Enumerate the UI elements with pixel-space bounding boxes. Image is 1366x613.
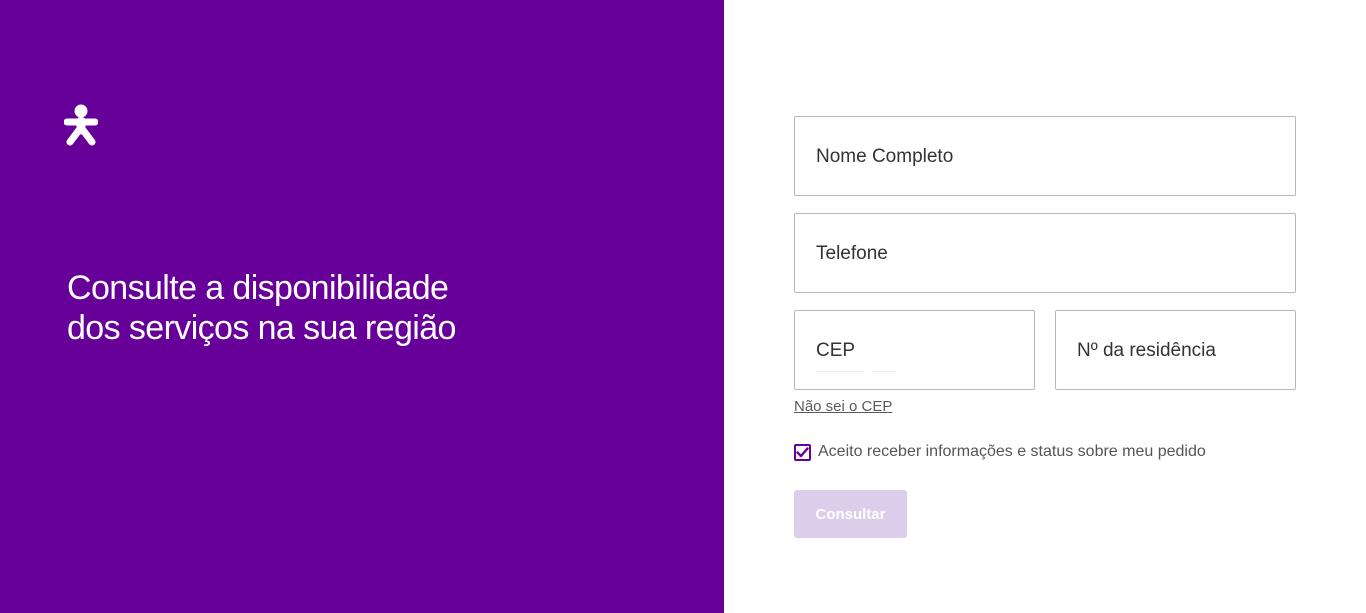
page-title: Consulte a disponibilidade dos serviços … [67, 268, 587, 348]
cep-field[interactable]: CEP [794, 310, 1038, 391]
page: Consulte a disponibilidade dos serviços … [0, 0, 1366, 613]
nao-sei-cep-link[interactable]: Não sei o CEP [794, 398, 892, 415]
person-icon [64, 104, 98, 146]
consent-label[interactable]: Aceito receber informações e status sobr… [818, 443, 1206, 461]
nome-completo-input[interactable] [795, 117, 1299, 197]
numero-residencia-field[interactable]: Nº da residência [1055, 310, 1299, 391]
consent-checkbox[interactable] [794, 443, 811, 461]
consent-row: Aceito receber informações e status sobr… [794, 443, 1206, 461]
telefone-field[interactable]: Telefone [794, 213, 1299, 294]
consultar-button[interactable]: Consultar [794, 490, 907, 538]
page-title-line-2: dos serviços na sua região [67, 309, 456, 347]
page-title-line-1: Consulte a disponibilidade [67, 269, 449, 307]
checkmark-icon [796, 446, 809, 457]
form-panel: Nome Completo Telefone CEP Nº da residên… [724, 0, 1366, 613]
cep-input[interactable] [795, 311, 1038, 391]
numero-residencia-input[interactable] [1056, 311, 1299, 391]
telefone-input[interactable] [795, 214, 1299, 294]
hero-panel: Consulte a disponibilidade dos serviços … [0, 0, 724, 613]
nome-completo-field[interactable]: Nome Completo [794, 116, 1299, 197]
